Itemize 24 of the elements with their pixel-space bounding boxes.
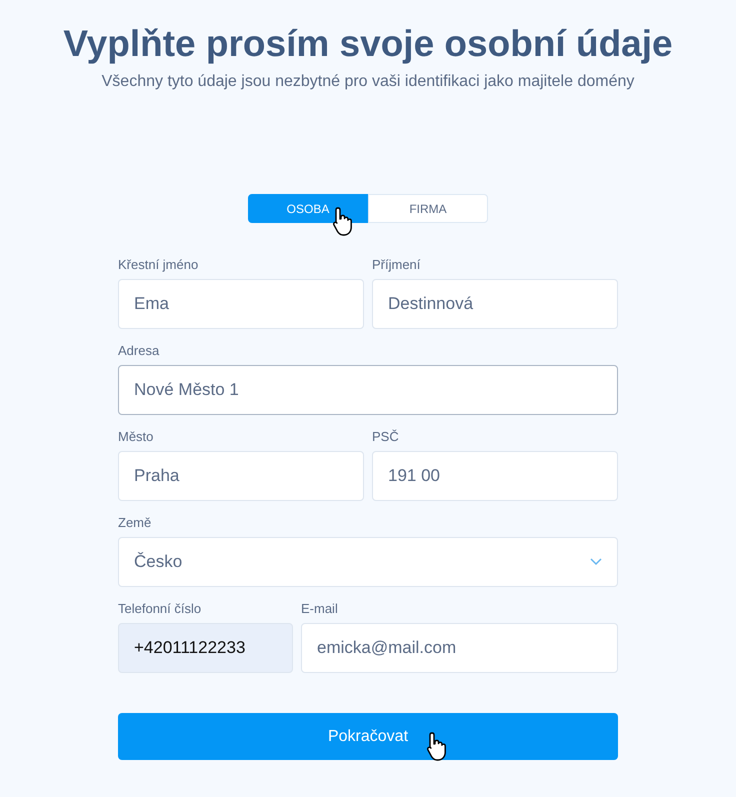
field-label: E-mail (301, 601, 339, 617)
tab[interactable]: FIRMA (368, 194, 488, 223)
page-title: Vyplňte prosím svoje osobní údaje (63, 22, 673, 66)
page-subtitle: Všechny tyto údaje jsou nezbytné pro vaši identifikaci jako majitele domény (102, 72, 634, 92)
field-label: Příjmení (372, 257, 422, 273)
input-field[interactable]: Destinnová (372, 279, 618, 329)
hand-cursor-icon (332, 206, 354, 236)
input-field[interactable]: Ema (118, 279, 364, 329)
input-field[interactable]: 191 00 (372, 451, 618, 501)
field-label: Země (118, 515, 152, 531)
chevron-down-icon (590, 558, 602, 566)
continue-button[interactable]: Pokračovat (118, 713, 618, 760)
field-label: Křestní jméno (118, 257, 200, 273)
tab[interactable]: OSOBA (248, 194, 368, 223)
hand-cursor-icon (426, 731, 448, 761)
field-label: Telefonní číslo (118, 601, 202, 617)
input-field[interactable]: Nové Město 1 (118, 365, 618, 415)
input-field[interactable]: Praha (118, 451, 364, 501)
field-label: Adresa (118, 343, 160, 359)
input-field[interactable]: emicka@mail.com (301, 623, 618, 673)
field-label: PSČ (372, 429, 400, 445)
input-field[interactable]: +42011122233 (118, 623, 293, 673)
country-select[interactable]: Česko (118, 537, 618, 587)
field-label: Město (118, 429, 154, 445)
